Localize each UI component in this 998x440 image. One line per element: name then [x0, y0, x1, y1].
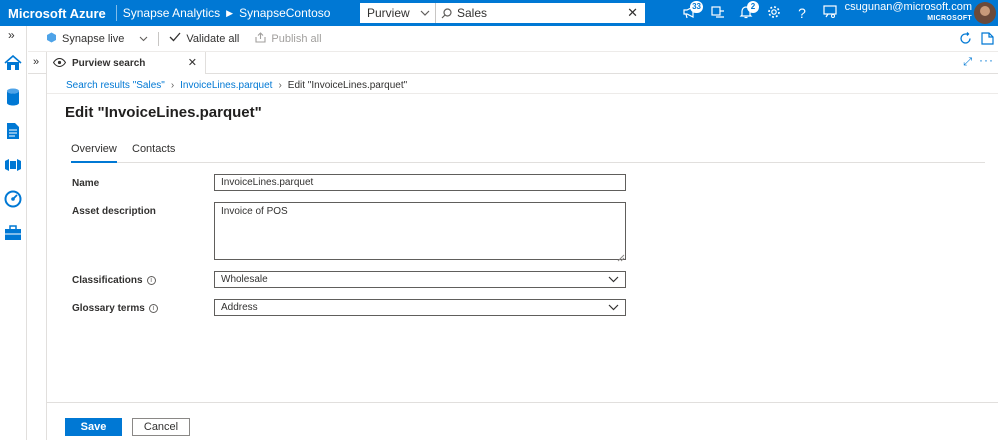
breadcrumb-chevron-icon: ›: [170, 80, 175, 91]
chevron-down-icon: [420, 8, 430, 18]
resize-handle-icon[interactable]: [617, 251, 625, 262]
database-icon: [6, 88, 20, 109]
synapse-live-label: Synapse live: [62, 32, 125, 45]
left-nav-rail: »: [0, 26, 27, 440]
pipeline-icon: [4, 158, 22, 175]
info-icon[interactable]: i: [146, 276, 156, 285]
expand-nav-icon[interactable]: »: [8, 28, 15, 42]
breadcrumb-asset[interactable]: InvoiceLines.parquet: [180, 80, 272, 91]
description-label: Asset description: [72, 206, 156, 217]
notifications-badge: 2: [747, 1, 759, 13]
tab-strip: » Purview search ✕ ⤢ ···: [28, 52, 998, 74]
tab-purview-search[interactable]: Purview search ✕: [46, 52, 206, 74]
breadcrumb: Search results "Sales" › InvoiceLines.pa…: [66, 80, 407, 91]
search-icon: [441, 7, 455, 19]
upload-icon: [255, 31, 266, 46]
search-input[interactable]: [455, 4, 623, 22]
checkmark-icon: [169, 32, 181, 45]
question-mark-icon: ?: [798, 5, 806, 21]
more-options-icon[interactable]: ···: [979, 53, 994, 67]
nav-monitor[interactable]: [2, 188, 24, 212]
edit-asset-panel: Search results "Sales" › InvoiceLines.pa…: [46, 74, 998, 440]
toolbox-icon: [4, 224, 22, 244]
eye-icon: [52, 56, 67, 70]
glossary-label: Glossary terms i: [72, 303, 158, 314]
glossary-label-text: Glossary terms: [72, 303, 145, 314]
validate-all-label: Validate all: [186, 32, 240, 45]
search-scope-dropdown[interactable]: Purview: [360, 3, 436, 23]
save-button[interactable]: Save: [65, 418, 122, 436]
clear-search-icon[interactable]: ✕: [627, 5, 638, 21]
footer-divider: [47, 402, 998, 403]
breadcrumb-search-results[interactable]: Search results "Sales": [66, 80, 165, 91]
feedback-badge: 33: [690, 1, 703, 13]
document-icon: [6, 122, 20, 143]
name-label-text: Name: [72, 178, 100, 189]
classifications-value: Wholesale: [221, 274, 268, 285]
user-email: csugunan@microsoft.com: [844, 1, 972, 13]
user-account[interactable]: csugunan@microsoft.com MICROSOFT: [845, 2, 972, 24]
synapse-live-icon: [46, 32, 57, 46]
tab-label: Purview search: [72, 57, 146, 69]
chevron-down-icon: [139, 33, 148, 45]
name-label: Name: [72, 178, 99, 189]
description-label-text: Asset description: [72, 206, 156, 217]
expand-explorer-icon[interactable]: »: [33, 56, 39, 68]
nav-integrate[interactable]: [2, 154, 24, 178]
breadcrumb-divider: [47, 93, 998, 94]
tab-contacts[interactable]: Contacts: [132, 143, 175, 163]
page-title: Edit "InvoiceLines.parquet": [65, 104, 262, 121]
cancel-button[interactable]: Cancel: [132, 418, 190, 436]
toolbar: Synapse live Validate all Publish all: [28, 26, 998, 52]
breadcrumb-arrow-icon: ▶: [226, 7, 234, 18]
breadcrumb-workspace[interactable]: SynapseContoso: [233, 6, 336, 20]
maximize-icon[interactable]: ⤢: [963, 56, 972, 69]
nav-develop[interactable]: [2, 120, 24, 144]
person-feedback-icon: [823, 4, 837, 22]
directory-filter-icon: [711, 5, 725, 22]
publish-all-button[interactable]: Publish all: [247, 31, 329, 46]
global-search: Purview ✕: [360, 3, 645, 23]
avatar[interactable]: [974, 2, 996, 24]
close-icon[interactable]: ✕: [188, 56, 197, 69]
classifications-label: Classifications i: [72, 275, 156, 286]
tab-overview[interactable]: Overview: [71, 143, 117, 163]
chevron-down-icon: [608, 303, 619, 314]
home-icon: [4, 54, 22, 74]
chevron-down-icon: [608, 275, 619, 286]
info-icon[interactable]: i: [148, 304, 158, 313]
breadcrumb-chevron-icon: ›: [278, 80, 282, 91]
page-tabs: Overview Contacts: [71, 143, 985, 163]
description-textarea[interactable]: Invoice of POS: [214, 202, 626, 260]
classifications-select[interactable]: Wholesale: [214, 271, 626, 288]
properties-icon[interactable]: [981, 32, 994, 48]
publish-all-label: Publish all: [271, 32, 322, 45]
breadcrumb-synapse-analytics[interactable]: Synapse Analytics: [117, 6, 226, 20]
settings-button[interactable]: [760, 0, 788, 26]
gear-icon: [767, 5, 781, 22]
feedback-button[interactable]: 33: [676, 0, 704, 26]
top-bar: Microsoft Azure Synapse Analytics ▶ Syna…: [0, 0, 998, 26]
user-org: MICROSOFT: [927, 15, 972, 22]
name-input[interactable]: [214, 174, 626, 191]
help-button[interactable]: ?: [788, 0, 816, 26]
glossary-select[interactable]: Address: [214, 299, 626, 316]
nav-manage[interactable]: [2, 222, 24, 246]
top-icons: 33 2 ?: [676, 0, 844, 26]
refresh-icon[interactable]: [959, 32, 972, 48]
brand-title[interactable]: Microsoft Azure: [0, 6, 116, 21]
search-scope-label: Purview: [367, 6, 410, 20]
gauge-icon: [4, 190, 22, 211]
glossary-value: Address: [221, 302, 258, 313]
nav-home[interactable]: [2, 52, 24, 76]
classifications-label-text: Classifications: [72, 275, 143, 286]
feedback-person-button[interactable]: [816, 0, 844, 26]
breadcrumb-current: Edit "InvoiceLines.parquet": [287, 80, 408, 91]
synapse-live-dropdown[interactable]: Synapse live: [28, 32, 156, 46]
toolbar-divider: [158, 31, 160, 46]
notifications-button[interactable]: 2: [732, 0, 760, 26]
directory-button[interactable]: [704, 0, 732, 26]
nav-data[interactable]: [2, 86, 24, 110]
validate-all-button[interactable]: Validate all: [161, 32, 247, 45]
